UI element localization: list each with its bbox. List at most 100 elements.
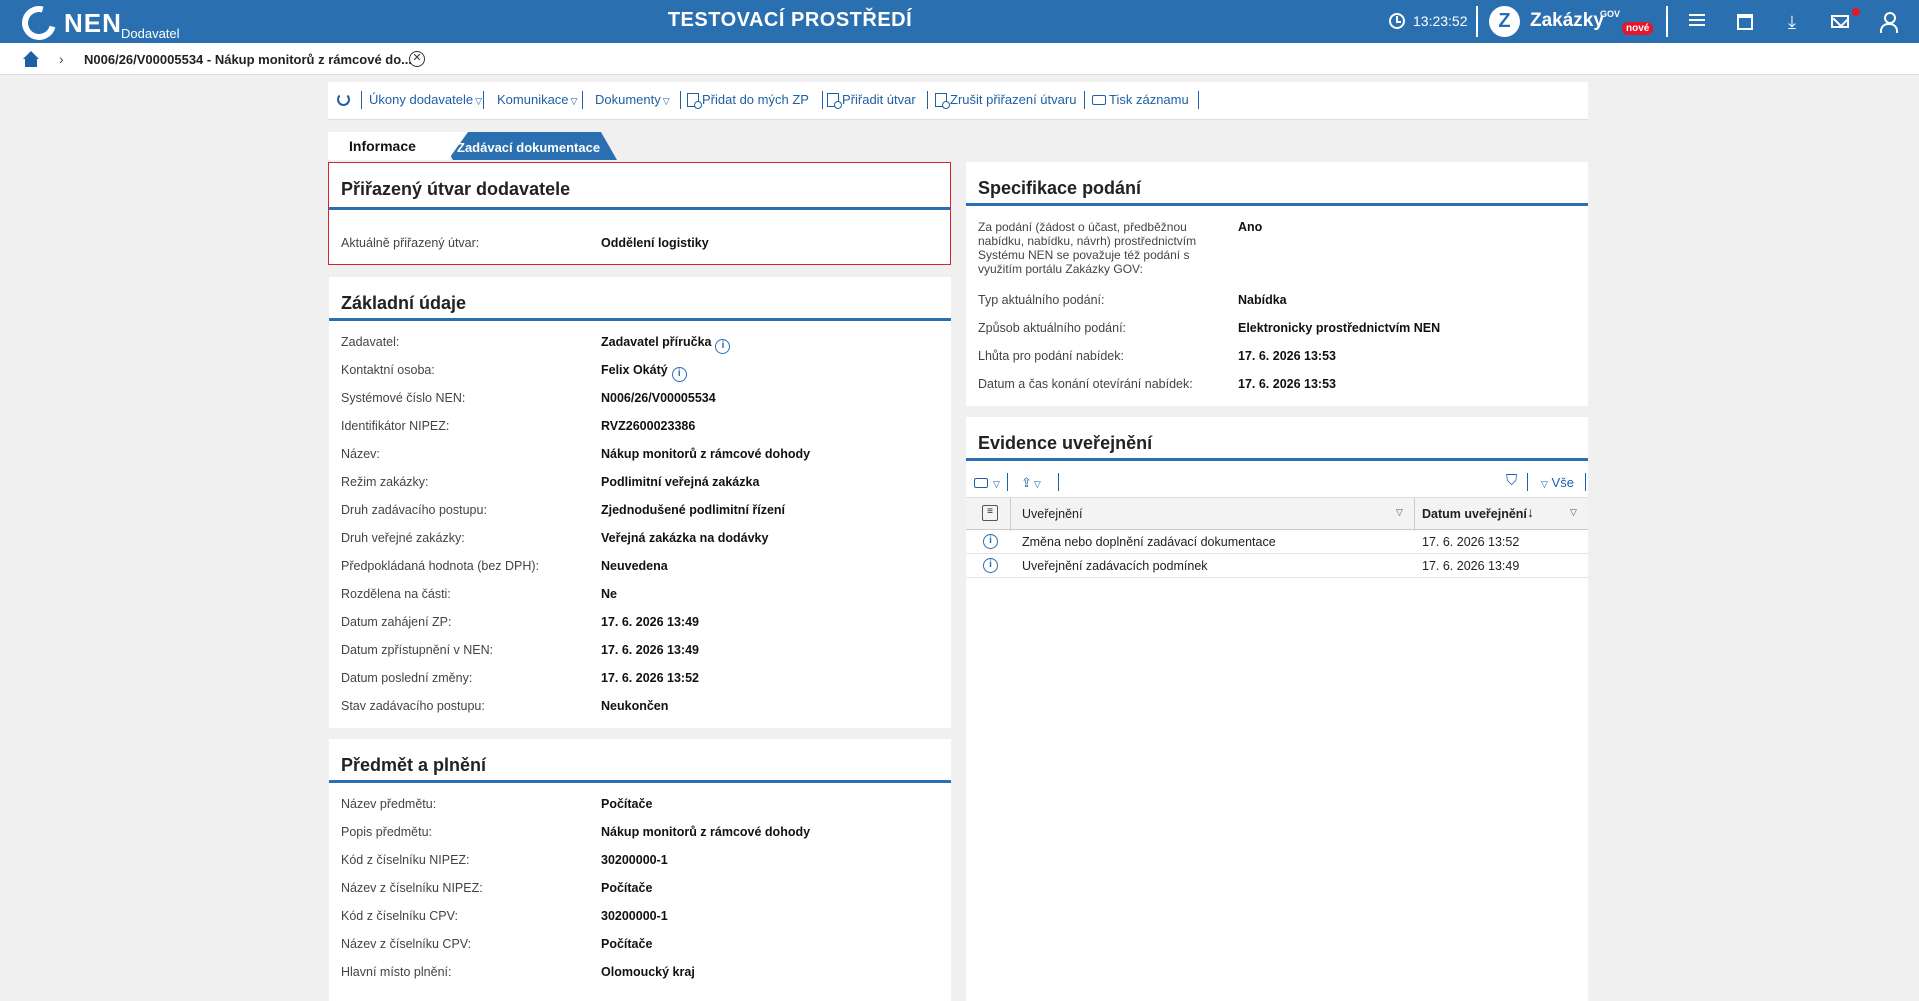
- new-badge: nové: [1622, 22, 1654, 35]
- row-label: Datum a čas konání otevírání nabídek:: [978, 377, 1193, 391]
- info-icon[interactable]: i: [983, 558, 998, 573]
- tisk-zaznamu-button[interactable]: Tisk záznamu: [1092, 92, 1189, 107]
- row-label: Identifikátor NIPEZ:: [341, 419, 450, 433]
- priradit-utvar-button[interactable]: Přiřadit útvar: [827, 92, 916, 109]
- close-icon[interactable]: ✕: [409, 51, 425, 67]
- row-value: Počítače: [601, 797, 653, 811]
- row-label: Za podání (žádost o účast, předběžnou na…: [978, 220, 1197, 276]
- row-label: Kód z číselníku NIPEZ:: [341, 853, 470, 867]
- row-value: Zjednodušené podlimitní řízení: [601, 503, 786, 517]
- row-label: Datum zahájení ZP:: [341, 615, 452, 629]
- zakazky-link[interactable]: Zakázky: [1530, 10, 1604, 32]
- info-row: Název předmětu: Počítače: [341, 797, 941, 817]
- contact-value: Felix Okátý: [601, 363, 668, 377]
- row-label: Způsob aktuálního podání:: [978, 321, 1127, 335]
- row-label: Typ aktuálního podání:: [978, 293, 1105, 307]
- refresh-icon: [337, 93, 350, 106]
- panel-title: Základní údaje: [341, 293, 467, 313]
- info-row: Datum zpřístupnění v NEN: 17. 6. 2026 13:…: [341, 643, 941, 663]
- column-settings-icon[interactable]: ≡: [982, 505, 998, 521]
- row-value: Počítače: [601, 937, 653, 951]
- top-bar: NEN Dodavatel TESTOVACÍ PROSTŘEDÍ 13:23:…: [0, 0, 1919, 47]
- divider: [1084, 91, 1085, 109]
- submission-spec-panel: Specifikace podání Za podání (žádost o ú…: [966, 162, 1588, 406]
- row-value: 30200000-1: [601, 853, 668, 867]
- sort-desc-icon[interactable]: ↓: [1527, 504, 1534, 520]
- table-row[interactable]: i Změna nebo doplnění zadávací dokumenta…: [966, 530, 1588, 554]
- row-value: Nákup monitorů z rámcové dohody: [601, 447, 811, 461]
- divider: [822, 91, 823, 109]
- divider: [1585, 473, 1586, 491]
- breadcrumb-current[interactable]: N006/26/V00005534 - Nákup monitorů z rám…: [84, 52, 412, 67]
- col-uverejneni-header[interactable]: Uveřejnění: [1022, 507, 1082, 521]
- zakazky-logo-icon[interactable]: Z: [1489, 6, 1520, 37]
- info-icon[interactable]: i: [715, 339, 731, 354]
- filter-all-dropdown[interactable]: ▽ Vše: [1539, 475, 1574, 490]
- col-filter-icon[interactable]: ▽: [1396, 507, 1403, 518]
- calendar-icon[interactable]: [1737, 14, 1753, 30]
- info-row: Za podání (žádost o účast, předběžnou na…: [978, 220, 1578, 282]
- dokumenty-label: Dokumenty: [595, 92, 661, 107]
- priradit-label: Přiřadit útvar: [842, 92, 916, 107]
- row-label: Systémové číslo NEN:: [341, 391, 466, 405]
- row-value: Ne: [601, 587, 617, 601]
- divider: [1414, 498, 1415, 531]
- tab-informace[interactable]: Informace: [328, 132, 468, 160]
- tisk-label: Tisk záznamu: [1109, 92, 1189, 107]
- grid-print-button[interactable]: ▽: [974, 475, 1000, 490]
- col-datum-header[interactable]: Datum uveřejnění: [1422, 507, 1527, 521]
- add-document-icon: [687, 93, 702, 109]
- info-icon[interactable]: i: [671, 367, 687, 382]
- komunikace-menu[interactable]: Komunikace ▽: [497, 92, 577, 107]
- breadcrumb: › N006/26/V00005534 - Nákup monitorů z r…: [0, 43, 1919, 75]
- download-icon[interactable]: ⤓: [1781, 11, 1803, 33]
- info-row: Zadavatel: Zadavatel příručka i: [341, 335, 941, 355]
- zrusit-label: Zrušit přiřazení útvaru: [950, 92, 1077, 107]
- basic-info-panel: Základní údaje Zadavatel: Zadavatel příru…: [329, 277, 951, 728]
- divider: [927, 91, 928, 109]
- dokumenty-menu[interactable]: Dokumenty ▽: [595, 92, 670, 107]
- filter-all-label: Vše: [1551, 475, 1574, 490]
- table-row[interactable]: i Uveřejnění zadávacích podmínek 17. 6. …: [966, 554, 1588, 578]
- info-row: Název z číselníku NIPEZ: Počítače: [341, 881, 941, 901]
- row-label: Datum zpřístupnění v NEN:: [341, 643, 494, 657]
- row-name: Uveřejnění zadávacích podmínek: [1022, 559, 1208, 573]
- publication-evidence-panel: Evidence uveřejnění ▽ ⇪ ▽ ⛉ ▽ Vše ≡ Uveře…: [966, 417, 1588, 1001]
- ukony-label: Úkony dodavatele: [369, 92, 474, 107]
- divider: [1007, 473, 1008, 491]
- zrusit-prirazeni-button[interactable]: Zrušit přiřazení útvaru: [935, 92, 1077, 109]
- row-label: Režim zakázky:: [341, 475, 429, 489]
- user-icon[interactable]: [1878, 12, 1900, 34]
- caret-down-icon: ▽: [1541, 479, 1548, 489]
- refresh-button[interactable]: [337, 92, 350, 107]
- filter-icon[interactable]: ⛉: [1506, 472, 1517, 489]
- home-icon[interactable]: [22, 51, 40, 67]
- row-value: N006/26/V00005534: [601, 391, 716, 405]
- info-row: Datum zahájení ZP: 17. 6. 2026 13:49: [341, 615, 941, 635]
- row-value: Felix Okátý i: [601, 363, 687, 382]
- export-icon: ⇪: [1021, 475, 1032, 490]
- action-toolbar: Úkony dodavatele ▽ Komunikace ▽ Dokumenty ▽…: [328, 82, 1588, 120]
- print-icon: [1092, 95, 1106, 105]
- caret-down-icon: ▽: [662, 96, 670, 106]
- divider: [1058, 473, 1059, 491]
- grid-export-button[interactable]: ⇪ ▽: [1021, 475, 1041, 491]
- pridat-do-zp-button[interactable]: Přidat do mých ZP: [687, 92, 809, 109]
- assigned-unit-panel: Přiřazený útvar dodavatele Aktuálně přiř…: [328, 162, 951, 265]
- mail-icon[interactable]: [1831, 15, 1849, 28]
- caret-down-icon: ▽: [1033, 479, 1041, 489]
- row-label: Rozdělena na části:: [341, 587, 451, 601]
- print-icon: [974, 478, 988, 488]
- col-filter-icon[interactable]: ▽: [1570, 507, 1577, 518]
- info-row: Kód z číselníku NIPEZ: 30200000-1: [341, 853, 941, 873]
- row-label: Předpokládaná hodnota (bez DPH):: [341, 559, 540, 573]
- caret-down-icon: ▽: [475, 96, 482, 106]
- info-icon[interactable]: i: [983, 534, 998, 549]
- panel-underline: [966, 203, 1588, 206]
- panel-title: Předmět a plnění: [341, 755, 487, 775]
- divider: [1198, 91, 1199, 109]
- info-row: Hlavní místo plnění: Olomoucký kraj: [341, 965, 941, 985]
- row-label: Aktuálně přiřazený útvar:: [341, 236, 480, 250]
- menu-icon[interactable]: [1686, 11, 1708, 33]
- ukony-dodavatele-menu[interactable]: Úkony dodavatele ▽: [369, 92, 482, 107]
